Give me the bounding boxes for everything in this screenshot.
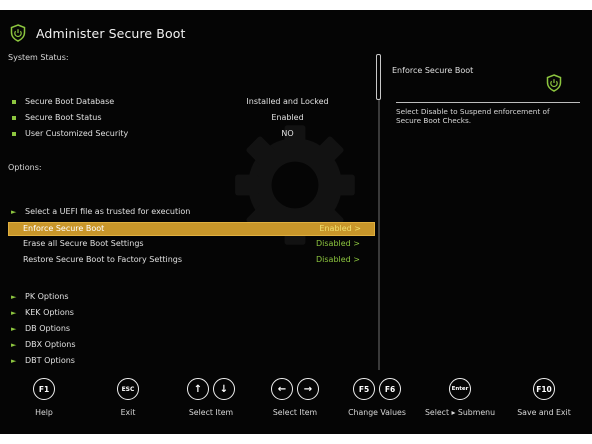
status-label: Secure Boot Status [25,113,102,122]
status-row-secure-boot-status: Secure Boot Status Enabled [0,112,376,126]
menu-item-select-uefi-file[interactable]: ► Select a UEFI file as trusted for exec… [0,206,376,220]
key-label: Change Values [348,408,406,417]
setting-value[interactable]: Disabled > [316,239,360,248]
page-title: Administer Secure Boot [36,25,186,41]
key-save-and-exit[interactable]: F10 Save and Exit [514,378,574,417]
page-header: Administer Secure Boot [10,22,185,44]
footer-key-legend: F1 Help ESC Exit ↑ ↓ Select Item ← → Sel… [0,378,592,434]
shield-power-icon [10,24,26,42]
scrollbar-thumb[interactable] [376,54,381,100]
key-select-submenu[interactable]: Enter Select ▸ Submenu [424,378,496,417]
status-value: Installed and Locked [246,97,329,106]
arrow-right-key-icon[interactable]: → [297,378,319,400]
setting-label: Erase all Secure Boot Settings [23,239,144,248]
setting-erase-secure-boot-settings[interactable]: Erase all Secure Boot Settings Disabled … [0,238,376,252]
help-description: Select Disable to Suspend enforcement of… [396,107,550,125]
system-status-heading: System Status: [8,53,69,62]
setting-enforce-secure-boot[interactable]: Enforce Secure Boot Enabled > [8,222,375,236]
status-label: User Customized Security [25,129,129,138]
f1-key-icon[interactable]: F1 [33,378,55,400]
esc-key-icon[interactable]: ESC [117,378,139,400]
submenu-label: PK Options [25,292,69,301]
key-help[interactable]: F1 Help [24,378,64,417]
setting-label: Enforce Secure Boot [23,224,105,233]
setting-value[interactable]: Enabled > [319,224,361,233]
submenu-arrow-icon: ► [11,357,17,365]
submenu-label: KEK Options [25,308,74,317]
f6-key-icon[interactable]: F6 [379,378,401,400]
enter-key-icon[interactable]: Enter [449,378,471,400]
key-change-values[interactable]: F5 F6 Change Values [346,378,408,417]
submenu-label: DBX Options [25,340,76,349]
scrollbar-track[interactable] [378,54,380,370]
bullet-icon [12,100,16,104]
submenu-db-options[interactable]: ► DB Options [0,323,376,337]
help-panel: Enforce Secure Boot [392,66,582,92]
submenu-label: DB Options [25,324,71,333]
key-label: Save and Exit [517,408,571,417]
key-label: Help [35,408,53,417]
status-row-user-customized-security: User Customized Security NO [0,128,376,142]
submenu-arrow-icon: ► [11,325,17,333]
setting-value[interactable]: Disabled > [316,255,360,264]
menu-item-label: Select a UEFI file as trusted for execut… [25,207,191,216]
key-label: Exit [120,408,136,417]
key-exit[interactable]: ESC Exit [108,378,148,417]
help-divider [396,102,580,103]
submenu-arrow-icon: ► [11,208,17,216]
submenu-arrow-icon: ► [11,293,17,301]
setting-restore-factory-settings[interactable]: Restore Secure Boot to Factory Settings … [0,254,376,268]
bullet-icon [12,132,16,136]
submenu-arrow-icon: ► [11,309,17,317]
status-value: NO [281,129,294,138]
submenu-label: DBT Options [25,356,75,365]
status-label: Secure Boot Database [25,97,115,106]
arrow-down-key-icon[interactable]: ↓ [213,378,235,400]
shield-power-icon [546,74,562,92]
bios-screen: Administer Secure Boot System Status: Se… [0,10,592,434]
arrow-up-key-icon[interactable]: ↑ [187,378,209,400]
bullet-icon [12,116,16,120]
f10-key-icon[interactable]: F10 [533,378,555,400]
f5-key-icon[interactable]: F5 [353,378,375,400]
key-label: Select Item [272,408,318,417]
key-select-item-horizontal[interactable]: ← → Select Item [264,378,326,417]
key-select-item-vertical[interactable]: ↑ ↓ Select Item [180,378,242,417]
submenu-kek-options[interactable]: ► KEK Options [0,307,376,321]
key-label: Select ▸ Submenu [424,408,496,417]
submenu-arrow-icon: ► [11,341,17,349]
arrow-left-key-icon[interactable]: ← [271,378,293,400]
status-row-secure-boot-database: Secure Boot Database Installed and Locke… [0,96,376,110]
submenu-dbt-options[interactable]: ► DBT Options [0,355,376,369]
setting-label: Restore Secure Boot to Factory Settings [23,255,183,264]
submenu-dbx-options[interactable]: ► DBX Options [0,339,376,353]
options-heading: Options: [8,163,42,172]
status-value: Enabled [271,113,304,122]
submenu-pk-options[interactable]: ► PK Options [0,291,376,305]
key-label: Select Item [188,408,234,417]
